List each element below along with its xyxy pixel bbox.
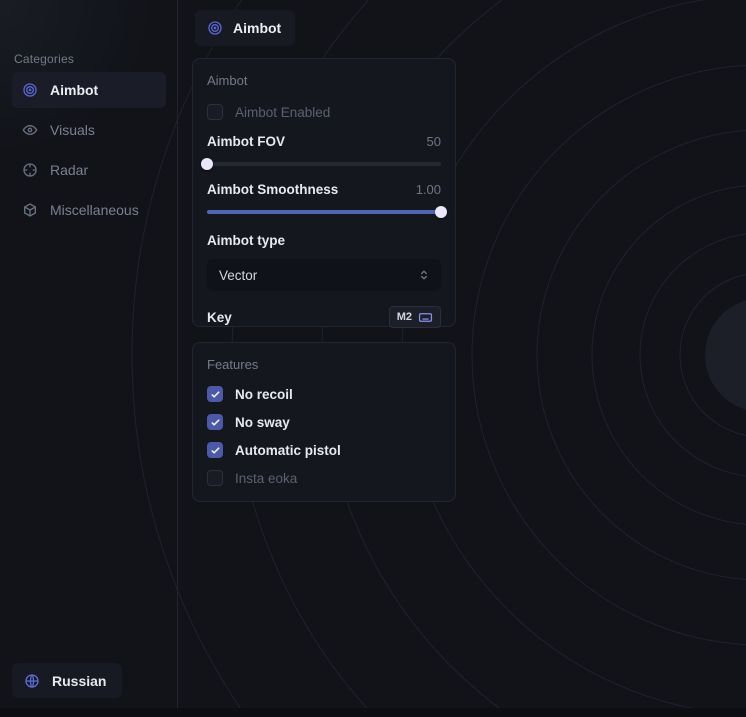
feature-list: No recoil No sway Automatic pistol Insta… [207, 386, 441, 486]
key-label: Key [207, 310, 232, 325]
globe-icon [24, 673, 40, 689]
aimbot-enabled-row: Aimbot Enabled [207, 104, 441, 120]
aimbot-type-row: Aimbot type Vector [207, 232, 441, 291]
smoothness-value: 1.00 [416, 182, 441, 197]
check-icon [210, 445, 221, 456]
no-recoil-checkbox[interactable] [207, 386, 223, 402]
sidebar-item-aimbot[interactable]: Aimbot [12, 72, 166, 108]
sidebar-item-label: Miscellaneous [50, 202, 139, 218]
chevron-up-down-icon [417, 268, 431, 282]
sidebar-item-radar[interactable]: Radar [12, 152, 166, 188]
target-icon [207, 20, 223, 36]
sidebar-item-label: Radar [50, 162, 88, 178]
feature-label: No recoil [235, 387, 293, 402]
sidebar-item-label: Visuals [50, 122, 95, 138]
slider-fill [207, 210, 441, 214]
insta-eoka-checkbox[interactable] [207, 470, 223, 486]
check-icon [210, 389, 221, 400]
panel-title: Features [207, 357, 441, 372]
feature-label: Insta eoka [235, 471, 297, 486]
key-row: Key M2 [207, 306, 441, 328]
fov-slider[interactable] [207, 158, 441, 170]
aimbot-enabled-label: Aimbot Enabled [235, 105, 330, 120]
window-bottom-edge [0, 708, 746, 717]
fov-value: 50 [427, 134, 441, 149]
language-button-label: Russian [52, 673, 106, 689]
features-panel: Features No recoil No sway Automatic pis… [192, 342, 456, 502]
sidebar-item-miscellaneous[interactable]: Miscellaneous [12, 192, 166, 228]
categories-heading: Categories [14, 52, 74, 66]
aimbot-type-selected: Vector [219, 268, 257, 283]
automatic-pistol-checkbox[interactable] [207, 442, 223, 458]
tab-label: Aimbot [233, 20, 281, 36]
category-nav: Aimbot Visuals Radar Miscellaneous [12, 72, 166, 232]
sidebar-item-visuals[interactable]: Visuals [12, 112, 166, 148]
slider-thumb[interactable] [435, 206, 447, 218]
panel-title: Aimbot [207, 73, 441, 88]
aimbot-enabled-checkbox[interactable] [207, 104, 223, 120]
sidebar-item-label: Aimbot [50, 82, 98, 98]
fov-label: Aimbot FOV [207, 134, 285, 149]
feature-row-no-sway: No sway [207, 414, 441, 430]
slider-thumb[interactable] [201, 158, 213, 170]
keybind-value: M2 [397, 311, 412, 323]
feature-row-no-recoil: No recoil [207, 386, 441, 402]
slider-track [207, 162, 441, 166]
aimbot-type-select[interactable]: Vector [207, 259, 441, 291]
sidebar: Categories Aimbot Visuals Radar [0, 0, 178, 717]
smoothness-label-row: Aimbot Smoothness 1.00 [207, 182, 441, 197]
app-window: Categories Aimbot Visuals Radar [0, 0, 746, 717]
feature-row-insta-eoka: Insta eoka [207, 470, 441, 486]
aimbot-panel: Aimbot Aimbot Enabled Aimbot FOV 50 Aimb… [192, 58, 456, 327]
keybind-button[interactable]: M2 [389, 306, 441, 328]
smoothness-label: Aimbot Smoothness [207, 182, 338, 197]
smoothness-slider[interactable] [207, 206, 441, 218]
feature-row-automatic-pistol: Automatic pistol [207, 442, 441, 458]
radar-icon [22, 162, 38, 178]
aimbot-type-label: Aimbot type [207, 233, 285, 248]
target-icon [22, 82, 38, 98]
feature-label: Automatic pistol [235, 443, 341, 458]
cube-icon [22, 202, 38, 218]
check-icon [210, 417, 221, 428]
tab-aimbot[interactable]: Aimbot [195, 10, 295, 46]
eye-icon [22, 122, 38, 138]
language-button[interactable]: Russian [12, 663, 122, 698]
no-sway-checkbox[interactable] [207, 414, 223, 430]
fov-label-row: Aimbot FOV 50 [207, 134, 441, 149]
feature-label: No sway [235, 415, 290, 430]
keyboard-icon [418, 310, 433, 325]
